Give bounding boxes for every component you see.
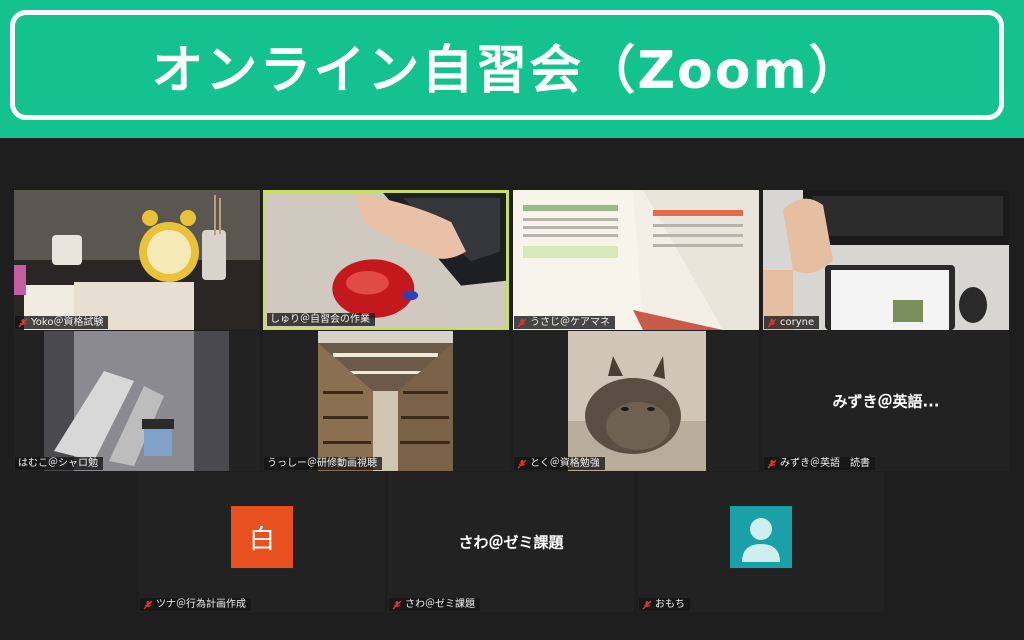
banner-title: オンライン自習会（Zoom） xyxy=(151,40,863,101)
participant-name-tag: うっしー＠研修動画視聴 xyxy=(264,457,382,470)
participant-name-tag: さわ＠ゼミ課題 xyxy=(389,598,480,611)
participant-name: Yoko＠資格試験 xyxy=(31,317,104,328)
video-tile-shuri[interactable]: しゅり＠自習会の作業 xyxy=(263,190,509,330)
participant-name: ツナ＠行為計画作成 xyxy=(156,599,246,610)
video-tile-mizuki[interactable]: みずき＠英語... みずき＠英語 読書 xyxy=(763,331,1009,471)
participant-name-tag: うさじ＠ケアマネ xyxy=(514,316,615,329)
participant-name: coryne xyxy=(780,317,815,328)
video-tile-hamuko[interactable]: はむこ＠シャロ勉 xyxy=(14,331,260,471)
participant-name-tag: みずき＠英語 読書 xyxy=(764,457,875,470)
mic-muted-icon xyxy=(517,459,527,468)
participant-name: しゅり＠自習会の作業 xyxy=(270,314,370,325)
title-banner: オンライン自習会（Zoom） xyxy=(0,0,1024,138)
participant-display-name: みずき＠英語... xyxy=(832,392,940,411)
video-tile-tuna[interactable]: 白 ツナ＠行為計画作成 xyxy=(139,472,385,612)
mic-muted-icon xyxy=(143,600,153,609)
participant-name-tag: おもち xyxy=(639,598,690,611)
participant-name-tag: はむこ＠シャロ勉 xyxy=(15,457,103,470)
video-tile-sawa[interactable]: さわ＠ゼミ課題 さわ＠ゼミ課題 xyxy=(388,472,634,612)
participant-display-name: さわ＠ゼミ課題 xyxy=(458,533,564,552)
video-tile-toku[interactable]: とく＠資格勉強 xyxy=(513,331,759,471)
default-user-icon xyxy=(742,518,780,563)
participant-name: うっしー＠研修動画視聴 xyxy=(267,458,377,469)
participant-name-tag: とく＠資格勉強 xyxy=(514,457,605,470)
video-feed-mouse-keyboard xyxy=(266,193,506,327)
video-gallery: Yoko＠資格試験 しゅり＠自習会の作業 うさじ＠ケアマネ coryne はむこ… xyxy=(0,138,1024,640)
video-tile-omochi[interactable]: おもち xyxy=(638,472,884,612)
participant-name: とく＠資格勉強 xyxy=(530,458,600,469)
participant-name-tag: しゅり＠自習会の作業 xyxy=(267,313,375,326)
video-feed-cat xyxy=(513,331,759,471)
participant-name-tag: Yoko＠資格試験 xyxy=(15,316,109,329)
participant-name: うさじ＠ケアマネ xyxy=(530,317,610,328)
avatar xyxy=(730,506,792,569)
video-feed-textbook xyxy=(513,190,759,330)
mic-muted-icon xyxy=(642,600,652,609)
mic-muted-icon xyxy=(18,318,28,327)
video-feed-tablet-dark xyxy=(14,331,260,471)
participant-name: みずき＠英語 読書 xyxy=(780,458,870,469)
video-tile-coryne[interactable]: coryne xyxy=(763,190,1009,330)
mic-muted-icon xyxy=(767,459,777,468)
video-tile-usshi[interactable]: うっしー＠研修動画視聴 xyxy=(263,331,509,471)
video-feed-keyboard-tablet xyxy=(763,190,1009,330)
participant-name: さわ＠ゼミ課題 xyxy=(405,599,475,610)
video-feed-library xyxy=(263,331,509,471)
mic-muted-icon xyxy=(392,600,402,609)
video-tile-yoko[interactable]: Yoko＠資格試験 xyxy=(14,190,260,330)
video-tile-usaji[interactable]: うさじ＠ケアマネ xyxy=(513,190,759,330)
mic-muted-icon xyxy=(517,318,527,327)
mic-muted-icon xyxy=(767,318,777,327)
banner-frame: オンライン自習会（Zoom） xyxy=(10,10,1004,120)
participant-name: はむこ＠シャロ勉 xyxy=(18,458,98,469)
avatar: 白 xyxy=(231,506,293,569)
participant-name-tag: ツナ＠行為計画作成 xyxy=(140,598,251,611)
video-feed-desk-clock xyxy=(14,190,260,330)
participant-name: おもち xyxy=(655,599,685,610)
participant-name-tag: coryne xyxy=(764,316,820,329)
